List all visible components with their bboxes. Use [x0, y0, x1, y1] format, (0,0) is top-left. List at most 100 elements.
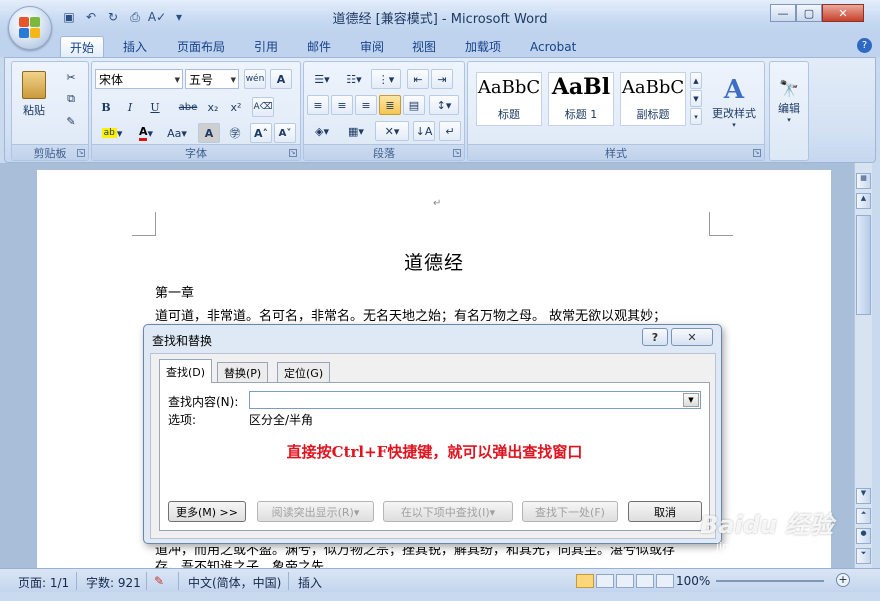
find-in-button[interactable]: 在以下项中查找(I)▾	[383, 501, 513, 522]
wen-icon[interactable]: wén	[244, 69, 266, 89]
dialog-launcher-icon[interactable]: ↘	[453, 149, 461, 157]
style-tile-heading-1[interactable]: AaBl 标题 1	[548, 72, 614, 126]
tab-references[interactable]: 引用	[252, 36, 280, 57]
subscript-button[interactable]: x₂	[202, 97, 224, 117]
underline-button[interactable]: U	[143, 97, 167, 117]
chapter-heading: 第一章	[155, 286, 195, 301]
tab-find[interactable]: 查找(D)	[159, 359, 213, 383]
justify-icon[interactable]: ≣	[379, 95, 401, 115]
chevron-down-icon[interactable]: ▼	[683, 393, 699, 407]
proofing-icon[interactable]: ✎	[154, 574, 164, 588]
insert-mode[interactable]: 插入	[298, 574, 322, 591]
close-button[interactable]: ✕	[822, 4, 864, 22]
show-marks-icon[interactable]: ↵	[439, 121, 461, 141]
chinese-layout-icon[interactable]: ✕▾	[375, 121, 409, 141]
superscript-button[interactable]: x²	[225, 97, 247, 117]
change-case-button[interactable]: Aa ▾	[162, 123, 192, 143]
numbering-icon[interactable]: ☷▾	[339, 69, 369, 89]
zoom-slider[interactable]	[716, 580, 824, 582]
format-painter-icon[interactable]: ✎	[60, 111, 82, 131]
ruler-toggle-icon[interactable]: ▦	[856, 173, 871, 189]
change-styles-button[interactable]: A 更改样式 ▾	[706, 66, 762, 138]
font-name-combo[interactable]: 宋体 ▼	[95, 69, 183, 89]
tab-replace[interactable]: 替换(P)	[217, 362, 269, 382]
tab-view[interactable]: 视图	[410, 36, 438, 57]
tab-addins[interactable]: 加载项	[463, 36, 503, 57]
draft-icon[interactable]	[656, 574, 674, 588]
tab-page-layout[interactable]: 页面布局	[175, 36, 227, 57]
dialog-launcher-icon[interactable]: ↘	[77, 149, 85, 157]
office-button[interactable]	[8, 6, 52, 50]
sort-icon[interactable]: ↓A	[413, 121, 435, 141]
line-spacing-icon[interactable]: ↕▾	[429, 95, 459, 115]
zoom-in-icon[interactable]: +	[836, 573, 850, 587]
find-next-button[interactable]: 查找下一处(F)	[522, 501, 618, 522]
full-screen-reading-icon[interactable]	[596, 574, 614, 588]
options-label: 选项:	[168, 413, 197, 427]
increase-indent-icon[interactable]: ⇥	[431, 69, 453, 89]
tab-acrobat[interactable]: Acrobat	[528, 36, 578, 57]
tab-goto[interactable]: 定位(G)	[277, 362, 331, 382]
reading-highlight-button[interactable]: 阅读突出显示(R)▾	[257, 501, 374, 522]
outline-icon[interactable]	[636, 574, 654, 588]
tab-review[interactable]: 审阅	[358, 36, 386, 57]
language-indicator[interactable]: 中文(简体，中国)	[188, 574, 281, 591]
tab-mailings[interactable]: 邮件	[305, 36, 333, 57]
dialog-launcher-icon[interactable]: ↘	[289, 149, 297, 157]
find-what-input[interactable]: ▼	[249, 391, 701, 409]
print-layout-icon[interactable]	[576, 574, 594, 588]
font-size-combo[interactable]: 五号 ▼	[185, 69, 239, 89]
more-button[interactable]: 更多(M) >>	[168, 501, 246, 522]
style-tile-subtitle[interactable]: AaBbC 副标题	[620, 72, 686, 126]
multilevel-list-icon[interactable]: ⋮▾	[371, 69, 401, 89]
enclose-char-icon[interactable]: ㊫	[224, 123, 246, 143]
grow-font-icon[interactable]: A˄	[250, 123, 272, 143]
decrease-indent-icon[interactable]: ⇤	[407, 69, 429, 89]
cut-icon[interactable]: ✂	[60, 67, 82, 87]
styles-more-icon[interactable]: ▾	[690, 108, 702, 125]
copy-icon[interactable]: ⧉	[60, 89, 82, 109]
crop-mark	[132, 212, 156, 236]
editing-button[interactable]: 🔭 编辑 ▾	[772, 66, 806, 136]
tab-insert[interactable]: 插入	[121, 36, 149, 57]
word-count[interactable]: 字数: 921	[86, 574, 141, 591]
align-right-icon[interactable]: ≡	[355, 95, 377, 115]
tab-home[interactable]: 开始	[60, 36, 105, 57]
maximize-button[interactable]: ▢	[796, 4, 822, 22]
bullets-icon[interactable]: ☰▾	[307, 69, 337, 89]
help-icon[interactable]: ?	[857, 38, 872, 53]
dialog-launcher-icon[interactable]: ↘	[753, 149, 761, 157]
char-shading-icon[interactable]: A	[198, 123, 220, 143]
scroll-up-icon[interactable]: ▲	[856, 193, 871, 209]
page-count[interactable]: 页面: 1/1	[18, 574, 69, 591]
style-name: 标题 1	[564, 108, 598, 121]
distribute-icon[interactable]: ▤	[403, 95, 425, 115]
align-center-icon[interactable]: ≡	[331, 95, 353, 115]
cancel-button[interactable]: 取消	[628, 501, 702, 522]
paste-button[interactable]: 粘贴	[16, 66, 52, 122]
shading-icon[interactable]: ◈▾	[307, 121, 337, 141]
scroll-thumb[interactable]	[856, 215, 871, 315]
clear-format-icon[interactable]: A⌫	[252, 97, 274, 117]
shrink-font-icon[interactable]: A˅	[274, 123, 296, 143]
help-button[interactable]: ?	[642, 328, 668, 346]
highlight-icon[interactable]: ab ▾	[95, 123, 129, 143]
ribbon: 粘贴 ✂ ⧉ ✎ 剪贴板 ↘ 宋体 ▼ 五号 ▼ wén A B I U abe x…	[4, 57, 876, 163]
style-tile-heading[interactable]: AaBbC 标题	[476, 72, 542, 126]
minimize-button[interactable]: —	[770, 4, 796, 22]
styles-scroll-up-icon[interactable]: ▲	[690, 72, 702, 89]
italic-button[interactable]: I	[119, 97, 141, 117]
web-layout-icon[interactable]	[616, 574, 634, 588]
divider	[146, 572, 147, 590]
paragraph-group: ☰▾ ☷▾ ⋮▾ ⇤ ⇥ ≡ ≡ ≡ ≣ ▤ ↕▾ ◈▾ ▦▾ ✕▾ ↓A ↵ …	[303, 61, 465, 161]
char-border-icon[interactable]: A	[270, 69, 292, 89]
styles-scroll-down-icon[interactable]: ▼	[690, 90, 702, 107]
strikethrough-button[interactable]: abe	[175, 97, 201, 117]
font-color-icon[interactable]: A ▾	[132, 123, 160, 143]
scroll-down-icon[interactable]: ▼	[856, 488, 871, 504]
align-left-icon[interactable]: ≡	[307, 95, 329, 115]
zoom-level[interactable]: 100%	[676, 574, 710, 588]
borders-icon[interactable]: ▦▾	[341, 121, 371, 141]
bold-button[interactable]: B	[95, 97, 117, 117]
dialog-close-button[interactable]: ✕	[671, 328, 713, 346]
